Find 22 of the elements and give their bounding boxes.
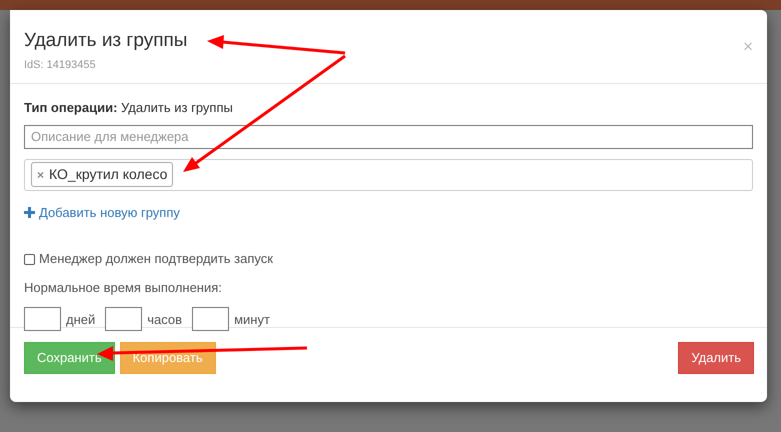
duration-field[interactable] (192, 307, 230, 332)
group-select-field[interactable]: × КО_крутил колесо (24, 158, 753, 190)
dialog-title: Удалить из группы (24, 30, 188, 53)
duration-unit: часов (147, 310, 182, 328)
confirm-label: Менеджер должен подтвердить запуск (39, 250, 273, 268)
duration-label: Нормальное время выполнения: (24, 278, 223, 297)
plus-icon (24, 206, 35, 218)
delete-button[interactable]: Удалить (678, 342, 754, 374)
tag-label: КО_крутил колесо (49, 165, 168, 184)
dialog-subtitle: IdS: 14193455 (24, 58, 97, 73)
operation-type-text: Тип операции: Удалить из группы (24, 99, 234, 117)
duration-field[interactable] (105, 307, 142, 332)
save-button[interactable]: Сохранить (24, 342, 115, 374)
copy-button[interactable]: Копировать (120, 342, 216, 374)
duration-field[interactable] (24, 307, 61, 332)
confirm-checkbox[interactable] (24, 254, 35, 264)
close-button[interactable]: × (743, 36, 753, 56)
remove-tag-button[interactable]: × (37, 166, 44, 184)
duration-unit: минут (234, 310, 270, 329)
add-group-link[interactable]: Добавить новую группу (24, 202, 180, 222)
description-field[interactable]: Описание для менеджера (24, 124, 753, 148)
duration-unit: дней (66, 310, 96, 329)
